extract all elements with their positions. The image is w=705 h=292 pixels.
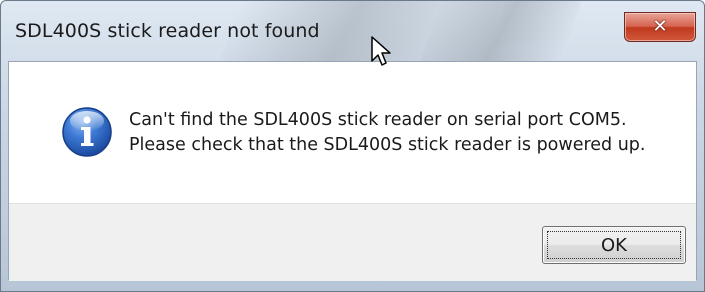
dialog-window: SDL400S stick reader not found ✕ Can't f…	[0, 0, 705, 292]
message-text: Can't find the SDL400S stick reader on s…	[129, 108, 645, 158]
info-icon	[62, 107, 112, 157]
ok-button-label: OK	[601, 234, 627, 256]
dialog-body: Can't find the SDL400S stick reader on s…	[8, 61, 697, 281]
message-line-2: Please check that the SDL400S stick read…	[129, 135, 646, 155]
mouse-pointer-icon	[371, 36, 391, 66]
button-bar: OK	[9, 203, 696, 281]
close-icon: ✕	[652, 16, 668, 37]
title-bar[interactable]: SDL400S stick reader not found ✕	[1, 1, 704, 61]
ok-button[interactable]: OK	[542, 226, 686, 264]
window-title: SDL400S stick reader not found	[15, 20, 320, 42]
message-area: Can't find the SDL400S stick reader on s…	[9, 62, 696, 203]
close-button[interactable]: ✕	[624, 12, 696, 42]
message-line-1: Can't find the SDL400S stick reader on s…	[129, 110, 627, 130]
